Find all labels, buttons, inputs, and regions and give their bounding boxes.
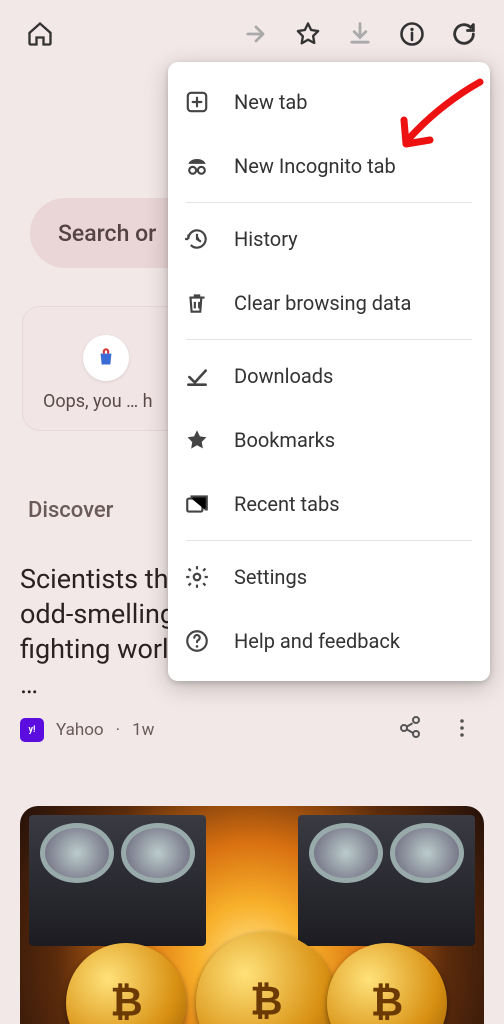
- gear-icon: [184, 564, 210, 590]
- forward-button[interactable]: [230, 8, 282, 60]
- menu-item-history[interactable]: History: [168, 207, 490, 271]
- article-source: Yahoo: [56, 720, 104, 740]
- discover-heading: Discover: [28, 498, 113, 523]
- menu-label: Settings: [234, 565, 307, 589]
- recent-tabs-icon: [184, 491, 210, 517]
- menu-item-downloads[interactable]: Downloads: [168, 344, 490, 408]
- menu-label: History: [234, 227, 298, 251]
- menu-item-new-tab[interactable]: New tab: [168, 70, 490, 134]
- star-icon: [294, 20, 322, 48]
- menu-label: New tab: [234, 90, 308, 114]
- help-icon: [184, 628, 210, 654]
- plus-box-icon: [184, 89, 210, 115]
- menu-divider: [186, 540, 472, 541]
- menu-item-settings[interactable]: Settings: [168, 545, 490, 609]
- menu-item-new-incognito[interactable]: New Incognito tab: [168, 134, 490, 198]
- menu-item-clear-data[interactable]: Clear browsing data: [168, 271, 490, 335]
- share-button[interactable]: [398, 716, 422, 744]
- forward-icon: [242, 20, 270, 48]
- home-button[interactable]: [14, 8, 66, 60]
- shopping-icon: [83, 335, 129, 381]
- history-icon: [184, 226, 210, 252]
- menu-label: Downloads: [234, 364, 333, 388]
- menu-item-recent-tabs[interactable]: Recent tabs: [168, 472, 490, 536]
- download-icon: [346, 20, 374, 48]
- menu-label: Bookmarks: [234, 428, 335, 452]
- menu-item-help[interactable]: Help and feedback: [168, 609, 490, 673]
- menu-divider: [186, 339, 472, 340]
- download-check-icon: [184, 363, 210, 389]
- star-filled-icon: [184, 427, 210, 453]
- trash-icon: [184, 290, 210, 316]
- menu-label: Help and feedback: [234, 629, 400, 653]
- toolbar: [0, 0, 504, 68]
- browser-menu: New tab New Incognito tab History Clear …: [168, 62, 490, 681]
- menu-label: Recent tabs: [234, 492, 340, 516]
- menu-label: Clear browsing data: [234, 291, 411, 315]
- info-button[interactable]: [386, 8, 438, 60]
- star-button[interactable]: [282, 8, 334, 60]
- incognito-icon: [184, 153, 210, 179]
- source-badge: y!: [20, 718, 44, 742]
- download-button[interactable]: [334, 8, 386, 60]
- reload-button[interactable]: [438, 8, 490, 60]
- home-icon: [26, 20, 54, 48]
- menu-label: New Incognito tab: [234, 154, 396, 178]
- more-button[interactable]: [450, 716, 474, 744]
- menu-divider: [186, 202, 472, 203]
- share-icon: [398, 716, 422, 740]
- info-icon: [398, 20, 426, 48]
- reload-icon: [450, 20, 478, 48]
- article-byline-row: y! Yahoo · 1w: [20, 716, 484, 744]
- more-vert-icon: [450, 716, 474, 740]
- search-placeholder: Search or: [58, 220, 156, 247]
- byline-sep: ·: [116, 720, 120, 740]
- article-age: 1w: [132, 720, 154, 740]
- menu-item-bookmarks[interactable]: Bookmarks: [168, 408, 490, 472]
- article-image[interactable]: ₿ ₿ ₿: [20, 806, 484, 1024]
